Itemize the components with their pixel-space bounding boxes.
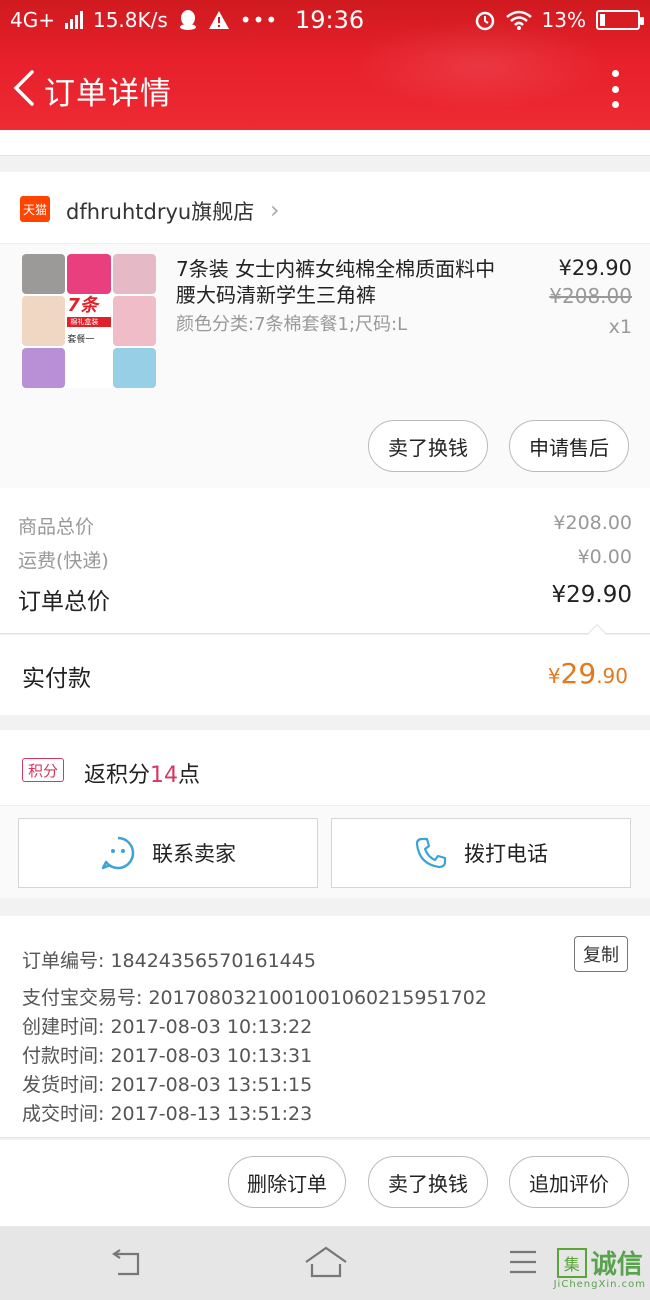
amount-paid-label: 实付款 — [22, 666, 91, 692]
goods-total-label: 商品总价 — [18, 516, 95, 538]
points-row: 积分 返积分14点 — [0, 730, 650, 806]
order-number: 订单编号: 18424356570161445 — [22, 950, 316, 972]
battery-percent: 13% — [541, 8, 586, 32]
bottom-actions: 删除订单 卖了换钱 追加评价 — [0, 1140, 650, 1226]
order-total-value: ¥29.90 — [551, 582, 632, 608]
tmall-icon: 天猫 — [20, 196, 50, 222]
qq-icon — [179, 10, 196, 30]
chat-bubble-icon — [101, 836, 135, 870]
amount-paid-value: ¥29.90 — [547, 657, 628, 690]
points-text: 返积分14点 — [84, 763, 201, 788]
warning-icon — [208, 11, 229, 29]
copy-button[interactable]: 复制 — [574, 936, 628, 972]
alarm-icon — [475, 11, 494, 31]
sell-for-cash-button-bottom[interactable]: 卖了换钱 — [368, 1156, 488, 1208]
shipping-label: 运费(快递) — [18, 550, 109, 572]
back-nav-icon[interactable] — [108, 1248, 144, 1278]
top-strip — [0, 130, 650, 156]
delete-order-button[interactable]: 删除订单 — [228, 1156, 346, 1208]
network-type: 4G+ — [10, 8, 55, 32]
thumb-badge: 7条 棉礼盒装 套餐一 — [67, 296, 111, 346]
product-thumbnail[interactable]: 7条 棉礼盒装 套餐一 — [22, 254, 156, 388]
shop-row[interactable]: 天猫 dfhruhtdryu旗舰店 › — [0, 172, 650, 244]
points-count: 14 — [150, 763, 179, 788]
menu-nav-icon[interactable] — [508, 1248, 538, 1276]
product-quantity: x1 — [608, 316, 632, 338]
call-button[interactable]: 拨打电话 — [331, 818, 631, 888]
signal-icon — [64, 11, 83, 29]
sell-for-cash-button[interactable]: 卖了换钱 — [368, 420, 488, 472]
chevron-right-icon: › — [270, 196, 280, 224]
wifi-icon — [505, 10, 532, 30]
goods-total-value: ¥208.00 — [553, 512, 632, 534]
paid-time: 付款时间: 2017-08-03 10:13:31 — [22, 1045, 313, 1067]
points-tag: 积分 — [22, 758, 65, 782]
product-title[interactable]: 7条装 女士内裤女纯棉全棉质面料中腰大码清新学生三角裤 — [176, 256, 496, 308]
page-title: 订单详情 — [44, 76, 172, 112]
status-bar: 4G+ 15.8K/s ••• 19:36 13% — [0, 0, 650, 44]
amount-paid-row: 实付款 ¥29.90 — [0, 624, 650, 715]
add-review-button[interactable]: 追加评价 — [509, 1156, 629, 1208]
watermark-logo: 集 诚信 JiChengXin.com — [554, 1244, 646, 1290]
more-vertical-icon[interactable] — [610, 70, 620, 108]
alipay-trade-number: 支付宝交易号: 2017080321001001060215951702 — [22, 987, 487, 1009]
shop-name: dfhruhtdryu旗舰店 — [66, 200, 255, 224]
network-speed: 15.8K/s — [92, 8, 168, 32]
system-nav-bar: 集 诚信 JiChengXin.com — [0, 1226, 650, 1300]
call-label: 拨打电话 — [464, 842, 548, 866]
order-item[interactable]: 7条 棉礼盒装 套餐一 7条装 女士内裤女纯棉全棉质面料中腰大码清新学生三角裤 … — [0, 244, 650, 488]
contact-seller-button[interactable]: 联系卖家 — [18, 818, 318, 888]
battery-icon — [596, 10, 644, 30]
chevron-left-icon[interactable] — [8, 68, 42, 108]
contact-seller-label: 联系卖家 — [152, 842, 236, 866]
created-time: 创建时间: 2017-08-03 10:13:22 — [22, 1016, 313, 1038]
price-summary: 商品总价 ¥208.00 运费(快递) ¥0.00 订单总价 ¥29.90 — [0, 488, 650, 634]
more-dots-icon: ••• — [239, 8, 279, 32]
completed-time: 成交时间: 2017-08-13 13:51:23 — [22, 1103, 313, 1125]
order-info: 订单编号: 18424356570161445 复制 支付宝交易号: 20170… — [0, 916, 650, 1138]
shipping-value: ¥0.00 — [577, 546, 632, 568]
product-price: ¥29.90 — [558, 256, 632, 280]
clock: 19:36 — [295, 6, 365, 34]
shipped-time: 发货时间: 2017-08-03 13:51:15 — [22, 1074, 313, 1096]
original-price: ¥208.00 — [549, 284, 632, 308]
home-nav-icon[interactable] — [304, 1246, 348, 1280]
request-after-sales-button[interactable]: 申请售后 — [509, 420, 629, 472]
phone-icon — [415, 837, 447, 869]
order-total-label: 订单总价 — [18, 589, 110, 615]
contact-row: 联系卖家 拨打电话 — [0, 806, 650, 898]
product-sku: 颜色分类:7条棉套餐1;尺码:L — [176, 314, 408, 335]
app-header: 4G+ 15.8K/s ••• 19:36 13% 订单详情 — [0, 0, 650, 130]
